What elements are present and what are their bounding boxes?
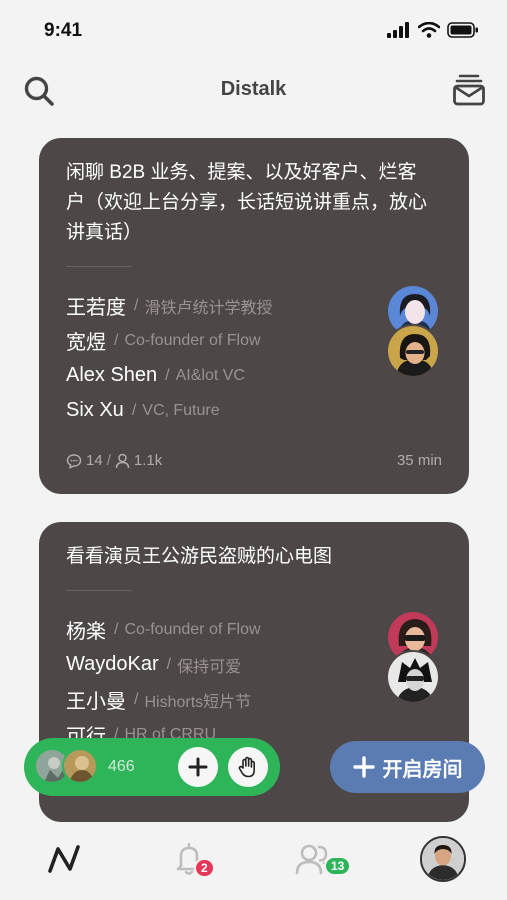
- separator: /: [165, 366, 170, 384]
- comments-count: 14: [66, 452, 103, 469]
- raise-hand-button[interactable]: [228, 747, 268, 787]
- top-nav: Distalk: [0, 62, 507, 118]
- plus-icon: [352, 756, 375, 778]
- plus-icon: [188, 757, 208, 777]
- room-card[interactable]: 闲聊 B2B 业务、提案、以及好客户、烂客户（欢迎上台分享，长话短说讲重点，放心…: [39, 138, 469, 494]
- speaker-name: 王小曼: [66, 691, 126, 713]
- separator: /: [114, 331, 119, 349]
- speaker-row[interactable]: Alex Shen / AI&lot VC: [66, 358, 379, 393]
- speaker-name: 杨楽: [66, 621, 106, 643]
- wifi-icon: [418, 22, 440, 38]
- room-meta: 14 / 1.1k 35 min: [66, 452, 442, 469]
- tab-home[interactable]: [39, 836, 89, 882]
- bottom-tab-bar: 2 13: [0, 822, 507, 900]
- avatar[interactable]: [386, 650, 440, 704]
- divider: [66, 266, 132, 267]
- separator: /: [166, 655, 172, 673]
- speaker-row[interactable]: 宽煜 / Co-founder of Flow: [66, 323, 379, 358]
- status-time: 9:41: [44, 20, 83, 41]
- separator: /: [114, 620, 119, 638]
- speaker-name: WaydoKar: [66, 653, 159, 675]
- tab-notifications[interactable]: 2: [164, 836, 215, 882]
- status-icons: [387, 22, 479, 38]
- speaker-name: 王若度: [66, 297, 126, 319]
- add-button[interactable]: [178, 747, 218, 787]
- divider: [66, 590, 132, 591]
- battery-icon: [447, 22, 478, 38]
- app-title: Distalk: [220, 78, 287, 100]
- friends-badge: 13: [324, 856, 352, 876]
- speaker-list: 杨楽 / Co-founder of Flow WaydoKar / 保持可爱 …: [66, 612, 379, 752]
- speaker-role: Hishorts短片节: [144, 693, 252, 711]
- speaker-row[interactable]: 王小曼 / Hishorts短片节: [66, 682, 379, 717]
- live-room-bar[interactable]: 466: [24, 738, 280, 796]
- separator: /: [131, 401, 137, 419]
- speaker-role: VC, Future: [142, 401, 220, 419]
- speaker-role: 保持可爱: [177, 658, 242, 676]
- listeners-value: 1.1k: [133, 452, 163, 469]
- speaker-row[interactable]: WaydoKar / 保持可爱: [66, 647, 379, 682]
- tab-profile[interactable]: [418, 836, 468, 882]
- comments-value: 14: [86, 452, 103, 469]
- tab-friends[interactable]: 13: [290, 836, 352, 882]
- person-icon: [115, 453, 130, 468]
- profile-avatar: [420, 836, 466, 882]
- listeners-count: 1.1k: [115, 452, 162, 469]
- speaker-name: 宽煜: [66, 332, 106, 354]
- speaker-role: Co-founder of Flow: [124, 620, 261, 638]
- status-bar: 9:41: [0, 0, 507, 60]
- chat-bubble-icon: [66, 453, 82, 469]
- open-room-button[interactable]: 开启房间: [330, 741, 485, 793]
- notification-badge: 2: [194, 858, 215, 878]
- activity-icon: [48, 845, 80, 873]
- inbox-icon[interactable]: [451, 72, 487, 108]
- avatar[interactable]: [386, 324, 440, 378]
- speaker-row[interactable]: 王若度 / 滑铁卢统计学教授: [66, 288, 379, 323]
- speaker-role: Co-founder of Flow: [124, 331, 261, 349]
- speaker-row[interactable]: Six Xu / VC, Future: [66, 393, 379, 428]
- room-duration: 35 min: [396, 452, 442, 469]
- speaker-name: Alex Shen: [66, 364, 158, 386]
- speaker-name: Six Xu: [66, 399, 124, 421]
- avatar: [62, 748, 98, 784]
- room-title: 闲聊 B2B 业务、提案、以及好客户、烂客户（欢迎上台分享，长话短说讲重点，放心…: [66, 162, 428, 243]
- open-room-label: 开启房间: [382, 758, 463, 781]
- live-listener-count: 466: [108, 758, 135, 775]
- separator: /: [106, 452, 111, 469]
- separator: /: [134, 690, 139, 708]
- raise-hand-icon: [238, 756, 255, 778]
- room-title: 看看演员王公游民盗贼的心电图: [66, 546, 333, 567]
- signal-icon: [387, 22, 409, 38]
- speaker-list: 王若度 / 滑铁卢统计学教授 宽煜 / Co-founder of Flow A…: [66, 288, 379, 428]
- speaker-role: 滑铁卢统计学教授: [144, 299, 273, 317]
- speaker-row[interactable]: 杨楽 / Co-founder of Flow: [66, 612, 379, 647]
- separator: /: [134, 296, 139, 314]
- speaker-role: AI&lot VC: [175, 366, 245, 384]
